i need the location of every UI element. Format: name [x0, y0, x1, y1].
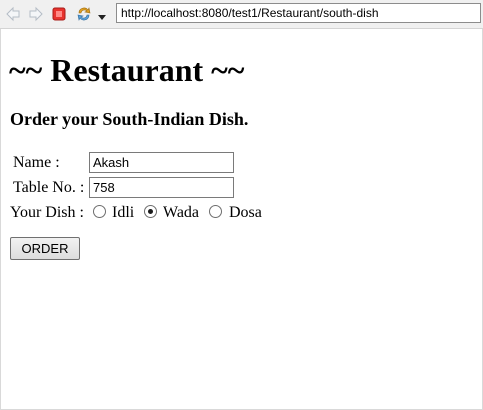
dosa-radio[interactable] [209, 205, 222, 218]
page-title: ~~ Restaurant ~~ [9, 52, 245, 88]
dosa-option-label: Dosa [229, 204, 262, 221]
back-arrow-icon[interactable] [5, 6, 21, 22]
idli-radio[interactable] [93, 205, 106, 218]
wada-option-label: Wada [163, 204, 200, 221]
dropdown-arrow-icon[interactable] [97, 9, 107, 20]
address-bar[interactable]: http://localhost:8080/test1/Restaurant/s… [116, 3, 481, 23]
forward-arrow-icon[interactable] [28, 6, 44, 22]
table-label: Table No. : [13, 179, 85, 196]
wada-radio[interactable] [144, 205, 157, 218]
name-label: Name : [13, 154, 60, 171]
browser-toolbar: http://localhost:8080/test1/Restaurant/s… [0, 0, 483, 29]
refresh-icon[interactable] [76, 6, 92, 22]
page-subtitle: Order your South-Indian Dish. [10, 109, 249, 129]
dish-label: Your Dish : [10, 204, 84, 221]
idli-option-label: Idli [112, 204, 135, 221]
page-content: ~~ Restaurant ~~ Order your South-Indian… [0, 29, 483, 410]
table-input[interactable] [89, 177, 234, 198]
order-button[interactable]: ORDER [10, 237, 80, 260]
name-input[interactable] [89, 152, 234, 173]
stop-icon[interactable] [51, 6, 67, 22]
